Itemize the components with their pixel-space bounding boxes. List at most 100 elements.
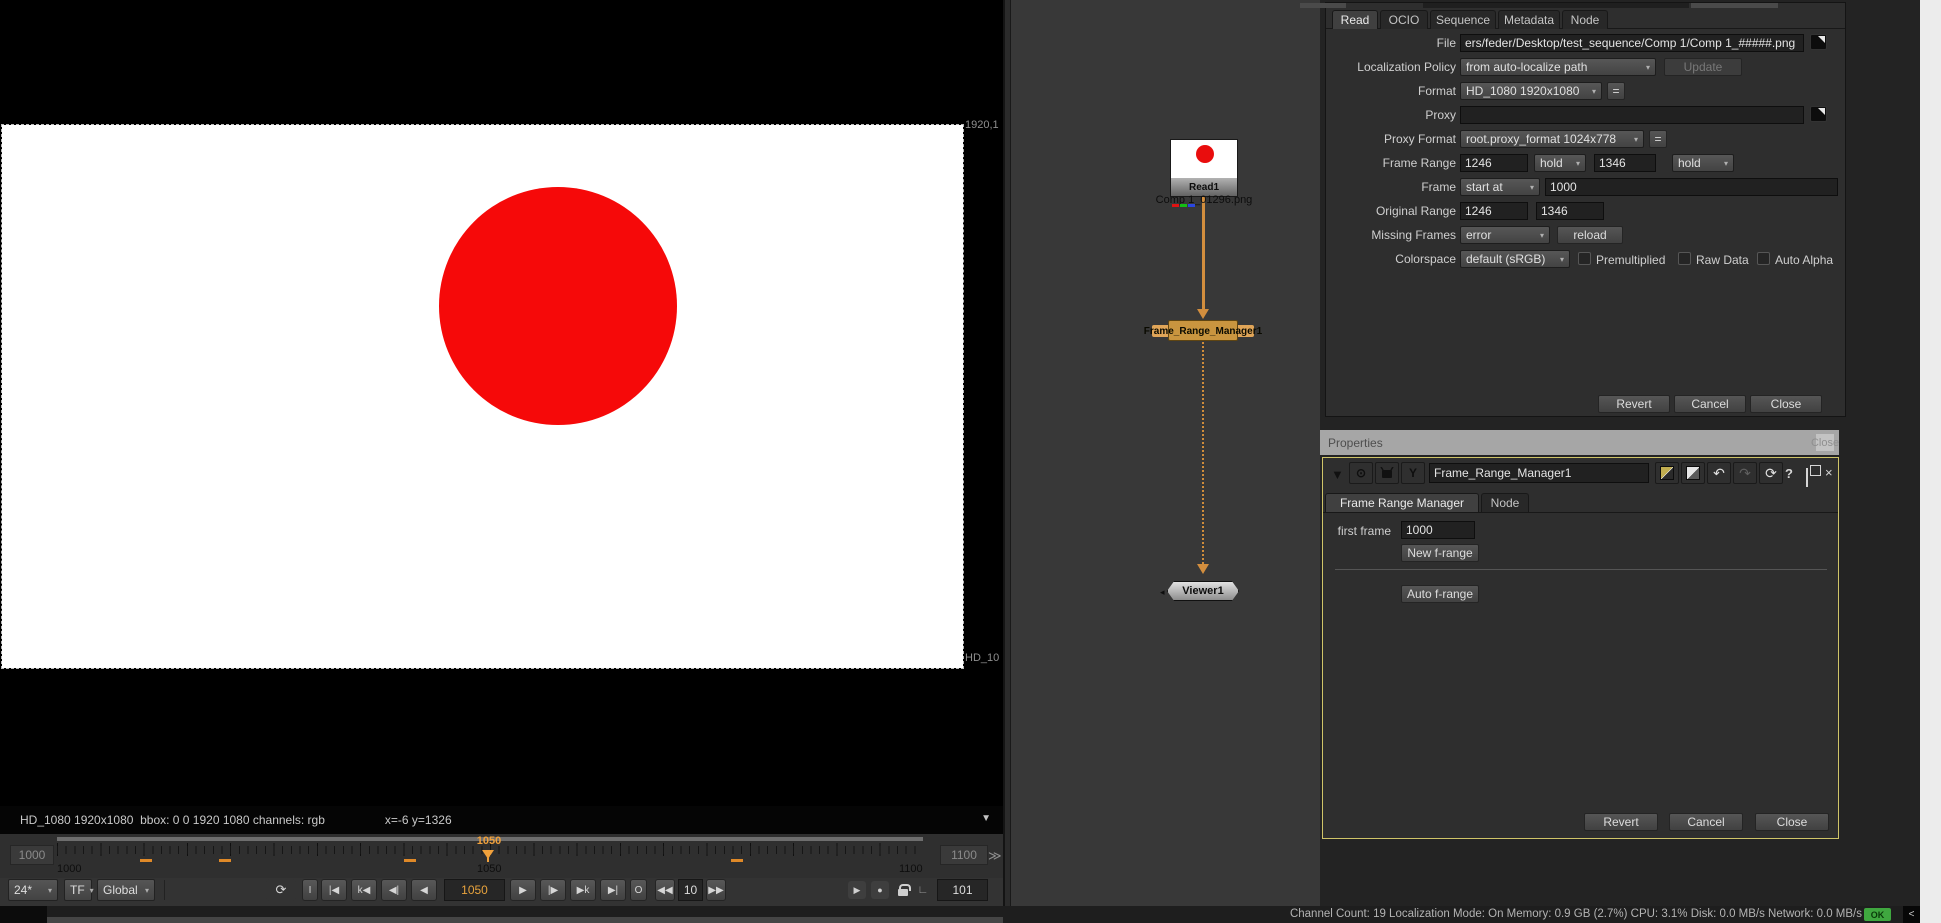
tab-sequence[interactable]: Sequence — [1430, 10, 1496, 29]
viewer-buffer-field[interactable]: 101 — [937, 879, 988, 901]
timeline-range-end-field[interactable]: 1100 — [940, 845, 988, 865]
clipped-header-name-field — [1423, 3, 1689, 8]
frm-revert-button[interactable]: Revert — [1584, 813, 1658, 831]
skip-back-button[interactable]: ◀◀ — [655, 879, 675, 901]
current-frame-field[interactable]: 1050 — [444, 879, 505, 901]
tab-frm-node[interactable]: Node — [1481, 493, 1529, 512]
help-icon[interactable]: ? — [1785, 466, 1793, 481]
frm-close-button[interactable]: Close — [1755, 813, 1829, 831]
proxy-format-equals-button[interactable]: = — [1649, 130, 1667, 148]
lock-range-icon[interactable] — [894, 881, 912, 899]
skip-forward-button[interactable]: ▶▶ — [706, 879, 726, 901]
revert-knobs-icon[interactable]: ⟳ — [1759, 462, 1783, 484]
colorspace-dropdown[interactable]: default (sRGB)▾ — [1460, 250, 1570, 268]
go-to-start-button[interactable]: |◀ — [321, 879, 347, 901]
redo-icon[interactable]: ↷ — [1733, 462, 1757, 484]
node-color-swatch[interactable] — [1655, 462, 1679, 484]
chevron-down-icon: ▾ — [90, 886, 94, 895]
connector-framerange-to-viewer[interactable] — [1202, 342, 1204, 564]
frame-range-end-field[interactable]: 1346 — [1594, 154, 1656, 172]
node-viewer1[interactable]: Viewer1 — [1167, 581, 1239, 601]
playback-loop-icon[interactable]: ⟳ — [266, 879, 296, 901]
frame-range-start-field[interactable]: 1246 — [1460, 154, 1528, 172]
flipbook-play-icon[interactable]: ▶ — [848, 881, 866, 899]
frm-cancel-button[interactable]: Cancel — [1669, 813, 1743, 831]
previous-keyframe-button[interactable]: k◀ — [351, 879, 377, 901]
mark-in-button[interactable]: I — [302, 879, 318, 901]
format-dropdown[interactable]: HD_1080 1920x1080▾ — [1460, 82, 1602, 100]
frame-value-field[interactable]: 1000 — [1545, 178, 1838, 196]
read-node-filename: Comp 1_01296.png — [1136, 194, 1272, 206]
range-mode-dropdown[interactable]: Global▾ — [97, 879, 155, 901]
raw-data-checkbox[interactable] — [1678, 252, 1691, 265]
play-from-start-button[interactable]: |▶ — [540, 879, 566, 901]
premultiplied-checkbox[interactable] — [1578, 252, 1591, 265]
step-back-button[interactable]: ◀| — [381, 879, 407, 901]
node-name-field[interactable]: Frame_Range_Manager1 — [1429, 463, 1649, 483]
cached-frames-mark — [731, 859, 743, 862]
localization-policy-dropdown[interactable]: from auto-localize path▾ — [1460, 58, 1656, 76]
pane-splitter[interactable] — [1003, 0, 1011, 906]
info-bar-dropdown-icon[interactable]: ▼ — [981, 813, 991, 824]
new-frange-button[interactable]: New f-range — [1401, 544, 1479, 562]
original-range-end-field[interactable]: 1346 — [1536, 202, 1604, 220]
play-forward-button[interactable]: ▶ — [510, 879, 536, 901]
properties-panel-titlebar[interactable]: Properties Close — [1320, 430, 1839, 455]
proxy-browser-icon[interactable] — [1810, 106, 1827, 122]
timeline-range-start-field[interactable]: 1000 — [10, 845, 54, 865]
viewer-image[interactable] — [2, 125, 963, 668]
cached-frames-mark — [140, 859, 152, 862]
proxy-format-label: Proxy Format — [1326, 132, 1456, 146]
auto-frange-button[interactable]: Auto f-range — [1401, 585, 1479, 603]
original-range-start-field[interactable]: 1246 — [1460, 202, 1528, 220]
tab-frame-range-manager[interactable]: Frame Range Manager — [1325, 493, 1479, 512]
read-revert-button[interactable]: Revert — [1598, 395, 1670, 413]
wrench-icon[interactable]: Y — [1401, 462, 1425, 484]
read-close-button[interactable]: Close — [1750, 395, 1822, 413]
timeline-expand-icon[interactable]: ≫ — [988, 848, 1002, 864]
auto-alpha-checkbox[interactable] — [1757, 252, 1770, 265]
frame-increment-field[interactable]: 10 — [678, 879, 703, 901]
status-collapse-chevron[interactable]: < — [1903, 906, 1920, 923]
read-cancel-button[interactable]: Cancel — [1674, 395, 1746, 413]
proxy-format-dropdown[interactable]: root.proxy_format 1024x778▾ — [1460, 130, 1644, 148]
format-equals-button[interactable]: = — [1607, 82, 1625, 100]
first-frame-field[interactable]: 1000 — [1401, 521, 1475, 539]
record-icon[interactable]: ● — [871, 881, 889, 899]
center-node-icon[interactable]: ⊙ — [1349, 462, 1373, 484]
loop-mode-button[interactable]: O — [630, 879, 647, 901]
next-keyframe-button[interactable]: ▶k — [570, 879, 596, 901]
file-field[interactable]: ers/feder/Desktop/test_sequence/Comp 1/C… — [1460, 34, 1804, 52]
red-circle-image-content — [439, 187, 677, 425]
undo-icon[interactable]: ↶ — [1707, 462, 1731, 484]
properties-close-button[interactable]: Close — [1816, 434, 1834, 451]
tab-node[interactable]: Node — [1562, 10, 1608, 29]
tf-dropdown[interactable]: TF▾ — [64, 879, 92, 901]
frame-range-end-mode-dropdown[interactable]: hold▾ — [1672, 154, 1734, 172]
missing-frames-dropdown[interactable]: error▾ — [1460, 226, 1550, 244]
frame-range-start-mode-dropdown[interactable]: hold▾ — [1534, 154, 1586, 172]
proxy-field[interactable] — [1460, 106, 1804, 124]
float-window-icon[interactable] — [1806, 469, 1808, 487]
timeline-tick-label-end: 1100 — [899, 863, 923, 875]
connector-read-to-framerange[interactable] — [1202, 197, 1205, 309]
transport-bar: 24*▾ TF▾ Global▾ ⟳ I |◀ k◀ ◀| ◀ 1050 ▶ |… — [0, 878, 1003, 906]
gl-color-swatch[interactable] — [1681, 462, 1705, 484]
panel-collapse-icon[interactable]: ▼ — [1331, 467, 1344, 482]
reload-button[interactable]: reload — [1557, 226, 1623, 244]
postage-stamp-icon[interactable] — [1375, 462, 1399, 484]
frame-graph-icon[interactable]: ∟ — [914, 881, 932, 899]
tab-ocio[interactable]: OCIO — [1380, 10, 1428, 29]
node-graph-pane[interactable] — [1011, 0, 1320, 906]
frame-mode-dropdown[interactable]: start at▾ — [1460, 178, 1540, 196]
panel-close-icon[interactable]: × — [1825, 465, 1833, 480]
file-browser-icon[interactable] — [1810, 34, 1827, 50]
go-to-end-button[interactable]: ▶| — [600, 879, 626, 901]
tab-metadata[interactable]: Metadata — [1498, 10, 1560, 29]
tab-read[interactable]: Read — [1332, 10, 1378, 29]
divider — [164, 880, 165, 900]
node-read1[interactable]: Read1 — [1170, 139, 1238, 197]
fps-dropdown[interactable]: 24*▾ — [8, 879, 58, 901]
play-backward-button[interactable]: ◀ — [411, 879, 437, 901]
update-button[interactable]: Update — [1664, 58, 1742, 76]
